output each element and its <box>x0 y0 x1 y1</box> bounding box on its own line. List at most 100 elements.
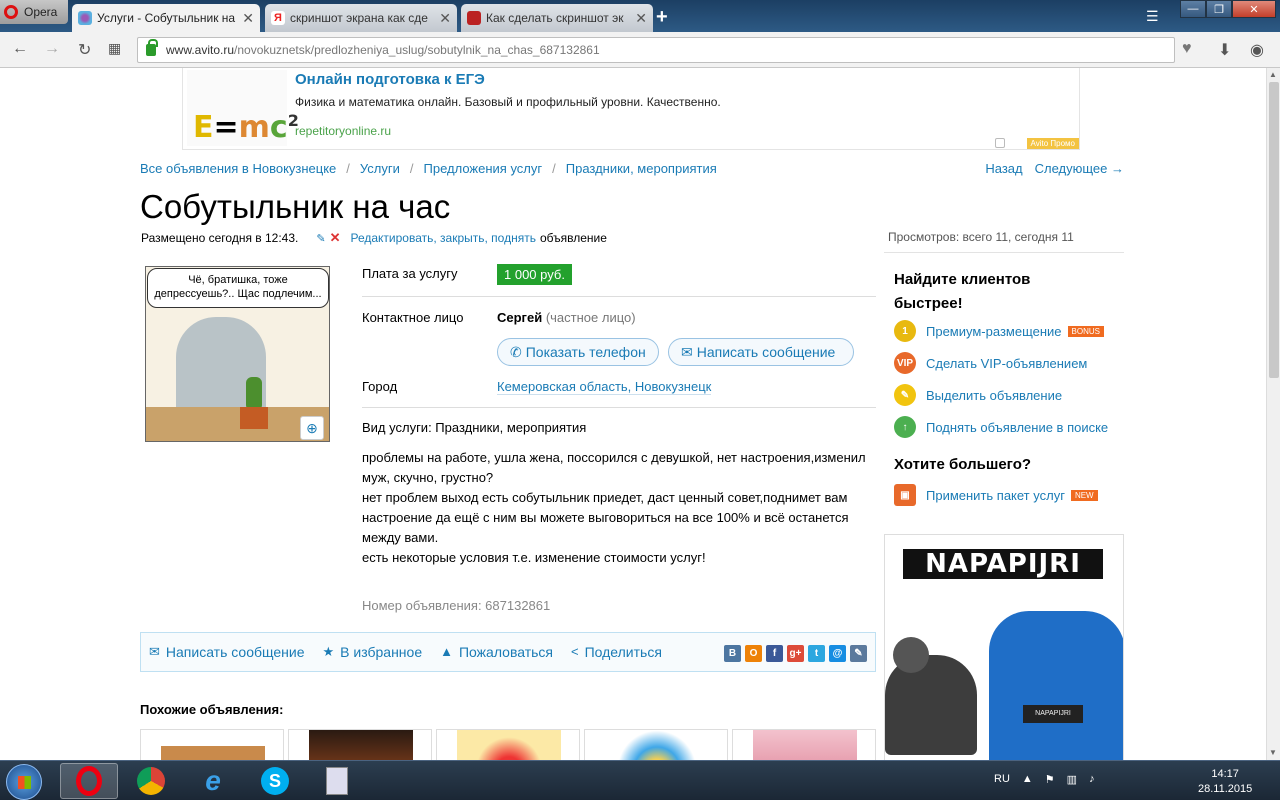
similar-listing-card[interactable] <box>288 729 432 760</box>
new-tab-button[interactable]: + <box>656 6 668 29</box>
similar-thumb <box>753 730 857 760</box>
taskbar-opera[interactable] <box>60 763 118 799</box>
side-ad[interactable]: NAPAPIJRI NAPAPIJRI <box>884 534 1124 760</box>
share-icons: В Оf g+ t @ ✎ <box>724 645 867 662</box>
start-button[interactable] <box>6 764 42 800</box>
action-center-icon[interactable]: ⚑ <box>1045 773 1055 786</box>
scroll-up-icon[interactable]: ▲ <box>1269 70 1277 79</box>
edit-links[interactable]: Редактировать, закрыть, поднять <box>350 231 535 245</box>
similar-listing-card[interactable] <box>732 729 876 760</box>
listing-nav: Назад Следующее → <box>985 161 1124 176</box>
taskbar-calculator[interactable] <box>308 763 366 799</box>
tab-menu-icon[interactable]: ☰ <box>1146 8 1159 25</box>
write-message-label: Написать сообщение <box>696 344 836 360</box>
write-message-button[interactable]: ✉ Написать сообщение <box>668 338 854 366</box>
city-link[interactable]: Кемеровская область, Новокузнецк <box>497 379 712 395</box>
forward-arrow-icon[interactable]: → <box>44 40 60 58</box>
promo-item[interactable]: 1 Премиум-размещение BONUS <box>894 320 1104 342</box>
close-icon[interactable]: ✕ <box>242 10 254 27</box>
ad-image: E=mc2 <box>187 70 299 146</box>
complain-action[interactable]: ▲ Пожаловаться <box>440 644 553 661</box>
message-action[interactable]: ✉ Написать сообщение <box>149 644 305 661</box>
social-share-icon[interactable]: ✎ <box>850 645 867 662</box>
similar-thumb <box>161 730 265 760</box>
raise-arrow-icon: ↑ <box>894 416 916 438</box>
social-share-icon[interactable]: g+ <box>787 645 804 662</box>
tab-screenshot-howto[interactable]: Как сделать скриншот эк ✕ <box>461 4 653 32</box>
avito-favicon-icon <box>78 11 92 25</box>
divider <box>362 296 876 297</box>
highlighter-icon: ✎ <box>894 384 916 406</box>
taskbar-skype[interactable]: S <box>246 763 304 799</box>
volume-icon[interactable]: ♪ <box>1089 773 1095 786</box>
breadcrumb-link[interactable]: Предложения услуг <box>424 161 543 176</box>
ad-title[interactable]: Онлайн подготовка к ЕГЭ <box>295 71 485 88</box>
price-label: Плата за услугу <box>362 266 458 281</box>
ie-icon: e <box>205 765 221 796</box>
pencil-icon[interactable]: ✎ <box>316 232 325 245</box>
reload-icon[interactable]: ↻ <box>78 40 91 60</box>
web-page: E=mc2 Онлайн подготовка к ЕГЭ Физика и м… <box>0 68 1266 760</box>
url-field[interactable]: www.avito.ru/novokuznetsk/predlozheniya_… <box>137 37 1175 63</box>
social-share-icon[interactable]: О <box>745 645 762 662</box>
tray-arrow-icon[interactable]: ▲ <box>1022 773 1033 786</box>
show-phone-button[interactable]: ✆ Показать телефон <box>497 338 659 366</box>
breadcrumb-link[interactable]: Все объявления в Новокузнецке <box>140 161 336 176</box>
next-link[interactable]: Следующее → <box>1035 161 1124 176</box>
tab-yandex[interactable]: Я скриншот экрана как сде ✕ <box>265 4 457 32</box>
minimize-button[interactable]: — <box>1180 0 1206 18</box>
ad-info-icon[interactable] <box>995 138 1005 148</box>
close-icon[interactable]: ✕ <box>439 10 451 27</box>
breadcrumb-link[interactable]: Праздники, мероприятия <box>566 161 717 176</box>
opera-extensions-icon[interactable]: ◉ <box>1250 40 1264 60</box>
lock-icon <box>146 39 158 56</box>
delete-icon[interactable]: ✕ <box>330 230 341 246</box>
social-share-icon[interactable]: @ <box>829 645 846 662</box>
yandex-favicon-icon: Я <box>271 11 285 25</box>
similar-listing-card[interactable] <box>584 729 728 760</box>
promo-item[interactable]: ↑ Поднять объявление в поиске <box>894 416 1108 438</box>
social-share-icon[interactable]: t <box>808 645 825 662</box>
posted-date: Размещено сегодня в 12:43. <box>141 231 299 245</box>
window-close-button[interactable]: ✕ <box>1232 0 1276 18</box>
back-arrow-icon[interactable]: ← <box>12 40 28 58</box>
taskbar-ie[interactable]: e <box>184 763 242 799</box>
vertical-scrollbar[interactable]: ▲ ▼ <box>1266 68 1280 760</box>
similar-listing-card[interactable] <box>436 729 580 760</box>
city-label: Город <box>362 379 398 394</box>
opera-menu-label: Opera <box>24 5 58 19</box>
bonus-tag: BONUS <box>1067 325 1104 337</box>
system-tray: RU ▲ ⚑ ▥ ♪ <box>994 773 1095 786</box>
breadcrumb-link[interactable]: Услуги <box>360 161 400 176</box>
opera-menu-button[interactable]: Opera <box>0 0 68 24</box>
clock[interactable]: 14:17 28.11.2015 <box>1198 767 1252 797</box>
promo-item[interactable]: ✎ Выделить объявление <box>894 384 1062 406</box>
package-link[interactable]: ▣ Применить пакет услуг NEW <box>894 484 1098 506</box>
share-action[interactable]: < Поделиться <box>571 644 662 661</box>
back-link[interactable]: Назад <box>985 161 1022 176</box>
maximize-button[interactable]: ❐ <box>1206 0 1232 18</box>
tab-avito[interactable]: Услуги - Собутыльник на ✕ <box>72 4 260 32</box>
scroll-down-icon[interactable]: ▼ <box>1269 748 1277 757</box>
close-icon[interactable]: ✕ <box>635 10 647 27</box>
ad-banner[interactable]: E=mc2 Онлайн подготовка к ЕГЭ Физика и м… <box>182 68 1080 150</box>
windows-taskbar: e S RU ▲ ⚑ ▥ ♪ 14:17 28.11.2015 <box>0 760 1280 800</box>
social-share-icon[interactable]: В <box>724 645 741 662</box>
social-share-icon[interactable]: f <box>766 645 783 662</box>
similar-thumb <box>309 730 413 760</box>
speed-dial-icon[interactable]: ▦ <box>108 40 121 57</box>
description-paragraph: проблемы на работе, ушла жена, поссорилс… <box>362 450 866 485</box>
heart-icon[interactable]: ♥ <box>1182 40 1192 58</box>
favorite-action[interactable]: ★ В избранное <box>323 644 423 661</box>
download-icon[interactable]: ⬇ <box>1218 40 1231 60</box>
language-indicator[interactable]: RU <box>994 773 1010 786</box>
network-icon[interactable]: ▥ <box>1067 773 1077 786</box>
zoom-icon[interactable]: ⊕ <box>300 416 324 440</box>
more-title: Хотите большего? <box>894 456 1032 473</box>
promo-item[interactable]: VIP Сделать VIP-объявлением <box>894 352 1087 374</box>
scroll-thumb[interactable] <box>1269 82 1279 378</box>
seller-type: (частное лицо) <box>545 310 636 325</box>
ad-url[interactable]: repetitoryonline.ru <box>295 124 391 138</box>
taskbar-chrome[interactable] <box>122 763 180 799</box>
similar-listing-card[interactable] <box>140 729 284 760</box>
